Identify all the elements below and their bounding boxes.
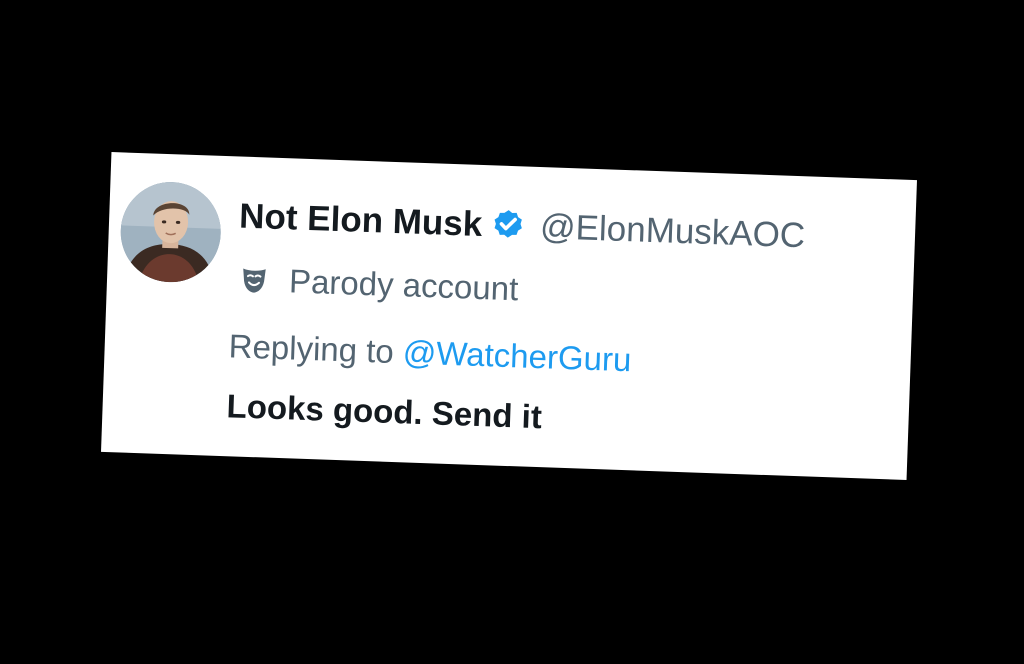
parody-label: Parody account bbox=[288, 262, 519, 308]
display-name[interactable]: Not Elon Musk bbox=[239, 197, 483, 245]
account-label: Parody account bbox=[238, 260, 519, 310]
reply-mention-link[interactable]: @WatcherGuru bbox=[402, 333, 632, 378]
tweet-text: Looks good. Send it bbox=[226, 387, 543, 436]
verified-badge-icon bbox=[490, 207, 527, 244]
tweet-header: Not Elon Musk @ElonMuskAOC bbox=[239, 195, 806, 259]
tweet-card[interactable]: Not Elon Musk @ElonMuskAOC Parody accoun… bbox=[101, 152, 917, 480]
theater-mask-icon bbox=[239, 265, 270, 296]
avatar[interactable] bbox=[119, 180, 223, 284]
reply-context: Replying to @WatcherGuru bbox=[228, 326, 632, 380]
video-frame: Not Elon Musk @ElonMuskAOC Parody accoun… bbox=[0, 0, 1024, 664]
reply-prefix: Replying to bbox=[228, 327, 404, 371]
user-handle[interactable]: @ElonMuskAOC bbox=[539, 207, 806, 256]
avatar-image bbox=[119, 180, 223, 284]
